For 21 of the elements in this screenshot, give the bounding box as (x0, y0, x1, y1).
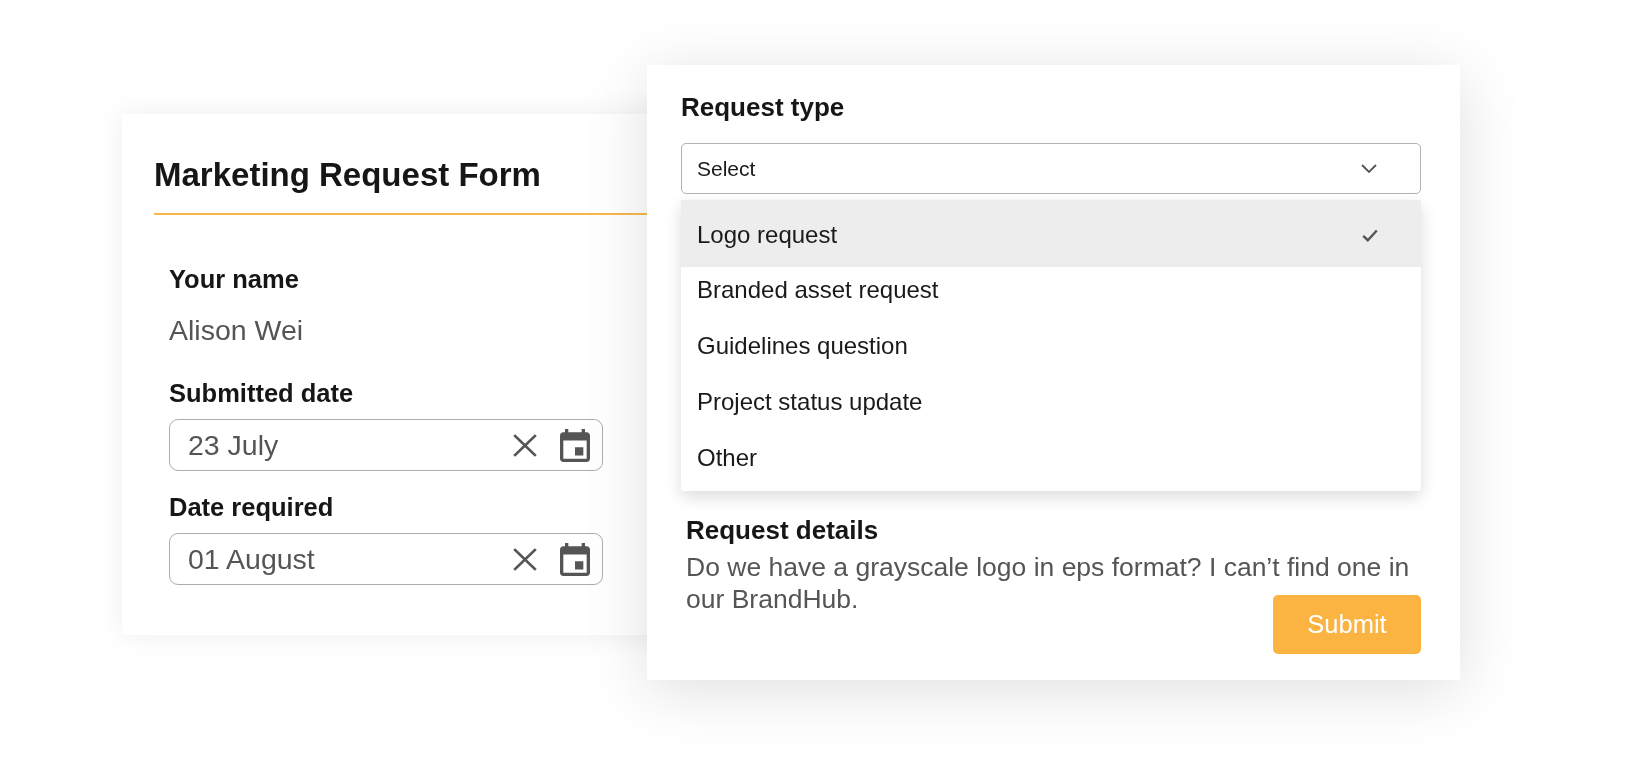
field-label: Submitted date (169, 379, 354, 407)
name-value: Alison Wei (169, 314, 304, 346)
form-title: Marketing Request Form (154, 156, 541, 194)
date-field[interactable]: 01 August (169, 533, 603, 585)
close-icon[interactable] (513, 547, 537, 571)
close-icon[interactable] (513, 433, 537, 457)
menu-item[interactable]: Logo request (681, 200, 1421, 267)
field-label: Date required (169, 493, 334, 521)
menu-item[interactable]: Other (681, 435, 1421, 491)
field-label: Your name (169, 265, 299, 293)
date-field[interactable]: 23 July (169, 419, 603, 471)
menu-item[interactable]: Branded asset request (681, 267, 1421, 323)
calendar-icon[interactable] (560, 542, 590, 576)
field-label: Request type (681, 93, 845, 121)
menu-item[interactable]: Project status update (681, 379, 1421, 435)
field-label: Request details (686, 516, 879, 544)
check-icon (1362, 228, 1378, 242)
calendar-icon[interactable] (560, 428, 590, 462)
select-field[interactable]: Select (681, 143, 1421, 194)
chevron-down-icon (1361, 164, 1377, 173)
menu-item[interactable]: Guidelines question (681, 323, 1421, 379)
